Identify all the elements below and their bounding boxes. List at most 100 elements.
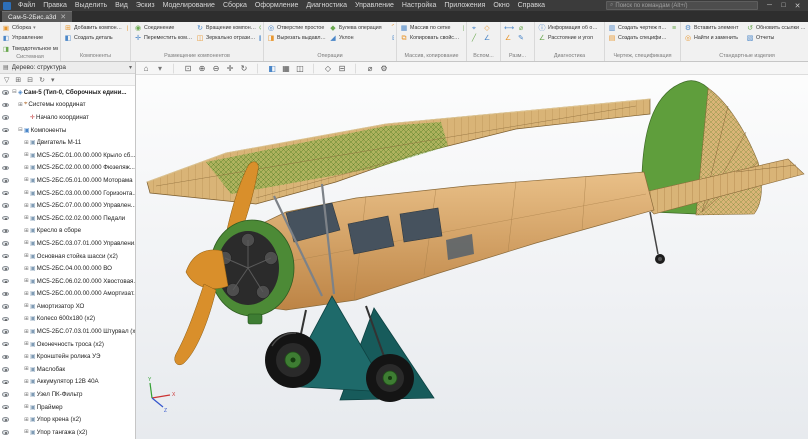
tree-row[interactable]: ⊞ ▣ Амортизатор ХО [0,300,135,313]
ribbon-button[interactable]: ▥ Создать чертеж по сборке [607,23,669,33]
visibility-eye-icon[interactable] [2,405,9,410]
ribbon-button[interactable]: ✎ [516,33,529,43]
viewport-tool-icon[interactable]: ⊖ [211,62,221,75]
ribbon-button[interactable]: ▤ Создать спецификацию [607,33,669,43]
tree-tool-icon[interactable]: ▽ [4,76,9,84]
expand-toggle-icon[interactable]: ⊞ [23,240,30,246]
ribbon-button[interactable]: ⌖ [469,23,482,33]
viewport-tool-icon[interactable]: │ [169,62,179,75]
ribbon-button[interactable]: ◎ Отверстие простое [266,23,328,33]
expand-toggle-icon[interactable]: ⊞ [23,417,30,423]
visibility-eye-icon[interactable] [2,191,9,196]
tree-row[interactable]: ⊞ ▣ Двигатель М-11 [0,136,135,149]
tree-row[interactable]: ⊟ ▣ Компоненты [0,124,135,137]
visibility-eye-icon[interactable] [2,367,9,372]
expand-toggle-icon[interactable]: ⊟ [11,89,18,95]
menu-item[interactable]: Файл [14,0,39,11]
menu-item[interactable]: Управление [351,0,398,11]
expand-toggle-icon[interactable]: ⊟ [17,127,24,133]
tree-row[interactable]: ⊞ ▣ Узел ПК-Фильтр [0,388,135,401]
expand-toggle-icon[interactable]: ⊞ [23,341,30,347]
tree-row[interactable]: ⊞ ▣ МС5-2БС.06.02.00.000 Хвостовая... [0,275,135,288]
ribbon-button[interactable]: ▧ Отчеты [745,33,807,43]
visibility-eye-icon[interactable] [2,216,9,221]
visibility-eye-icon[interactable] [2,115,9,120]
visibility-eye-icon[interactable] [2,292,9,297]
ribbon-button[interactable]: ↺ Обновить ссылки на мод... [745,23,807,33]
visibility-eye-icon[interactable] [2,329,9,334]
expand-toggle-icon[interactable]: ⊞ [23,215,30,221]
ribbon-button[interactable]: ◉ Соединение [133,23,195,33]
expand-toggle-icon[interactable]: ⊞ [23,366,30,372]
ribbon-button[interactable]: ⓘ Информация об объекте [537,23,599,33]
ribbon-button[interactable]: ⧉ Копировать свойства [399,33,461,43]
visibility-eye-icon[interactable] [2,279,9,284]
tree-tool-icon[interactable]: ▾ [51,76,55,84]
visibility-eye-icon[interactable] [2,241,9,246]
ribbon-button[interactable]: ◎ Найти и заменить [683,33,745,43]
viewport-tool-icon[interactable]: ✛ [225,62,235,75]
tree-row[interactable]: ⊞ ▣ Упор тангажа (x2) [0,426,135,439]
ribbon-button[interactable]: ↻ Вращение компонента [195,23,257,33]
tree-tool-icon[interactable]: ↻ [39,76,45,84]
ribbon-button[interactable]: ◧ Создать деталь [63,33,125,43]
menu-item[interactable]: Настройка [398,0,440,11]
viewport-tool-icon[interactable]: │ [253,62,263,75]
expand-toggle-icon[interactable]: ⊞ [23,392,30,398]
ribbon-button[interactable]: ▤ Создать сборку [125,23,128,33]
ribbon-button[interactable]: ∠ [503,33,516,43]
expand-toggle-icon[interactable]: ⊞ [23,190,30,196]
menu-item[interactable]: Вид [111,0,132,11]
viewport-tool-icon[interactable]: ◫ [295,62,305,75]
tree-row[interactable]: ⊞ ▣ Маслобак [0,363,135,376]
viewport-tool-icon[interactable]: ⌂ [141,62,151,75]
menu-item[interactable]: Приложения [440,0,489,11]
visibility-eye-icon[interactable] [2,166,9,171]
ribbon-button[interactable]: ◢ Уклон [328,33,390,43]
tree-tool-icon[interactable]: ⊟ [27,76,33,84]
menu-item[interactable]: Моделирование [159,0,219,11]
tree-row[interactable]: ⊞ ▣ Праймер [0,401,135,414]
maximize-button[interactable]: □ [777,2,790,10]
ribbon-button[interactable]: ◇ [482,23,495,33]
expand-toggle-icon[interactable]: ⊞ [23,177,30,183]
tree-row[interactable]: ⊟ ◈ Сам-5 (Тип-0, Сборочных едини... [0,86,135,99]
visibility-eye-icon[interactable] [2,203,9,208]
viewport-tool-icon[interactable]: ▾ [155,62,165,75]
menu-item[interactable]: Оформление [251,0,302,11]
expand-toggle-icon[interactable]: ⊞ [23,203,30,209]
command-search-input[interactable]: ⌕ Поиск по командам (Alt+/) [606,1,758,10]
viewport-tool-icon[interactable]: ⚙ [379,62,389,75]
tree-row[interactable]: ⊞ ▣ МС5-2БС.01.00.00.000 Крыло сб... [0,149,135,162]
ribbon-button[interactable]: ▦ Разместить компоненты [257,33,261,43]
ribbon-button[interactable]: ▦ Массив по сетке [399,23,461,33]
tree-row[interactable]: ✛ Начало координат [0,111,135,124]
visibility-eye-icon[interactable] [2,90,9,95]
ribbon-button[interactable]: ⟳ Перестроить [257,23,261,33]
ribbon-mode-tab[interactable]: ▣ Сборка ▾ [2,23,58,33]
ribbon-button[interactable]: ╱ [469,33,482,43]
visibility-eye-icon[interactable] [2,140,9,145]
visibility-eye-icon[interactable] [2,103,9,108]
ribbon-button[interactable]: ◫ Зеркальный массив [461,23,464,33]
viewport-tool-icon[interactable]: ⊕ [197,62,207,75]
expand-toggle-icon[interactable]: ⊞ [23,266,30,272]
expand-toggle-icon[interactable]: ⊞ [23,316,30,322]
visibility-eye-icon[interactable] [2,266,9,271]
expand-toggle-icon[interactable]: ⊞ [23,379,30,385]
visibility-eye-icon[interactable] [2,380,9,385]
expand-toggle-icon[interactable]: ⊞ [23,152,30,158]
visibility-eye-icon[interactable] [2,178,9,183]
viewport-tool-icon[interactable]: ◇ [323,62,333,75]
ribbon-button[interactable]: ⊟ Сечение [390,33,394,43]
ribbon-button[interactable]: ⌀ [516,23,529,33]
tree-row[interactable]: ⊞ ▣ МС5-2БС.00.00.00.000 Амортизат... [0,288,135,301]
menu-item[interactable]: Выделить [71,0,111,11]
tree-row[interactable]: ⊞ ▣ МС5-2БС.07.03.01.000 Штурвал (x2) [0,325,135,338]
expand-toggle-icon[interactable]: ⊞ [23,278,30,284]
ribbon-button[interactable]: Σ МЦХ модели [599,23,602,33]
ribbon-button[interactable]: ⊞ Добавить компонент из... [63,23,125,33]
visibility-eye-icon[interactable] [2,254,9,259]
expand-toggle-icon[interactable]: ⊞ [17,102,24,108]
ribbon-button[interactable]: ⟷ [503,23,516,33]
